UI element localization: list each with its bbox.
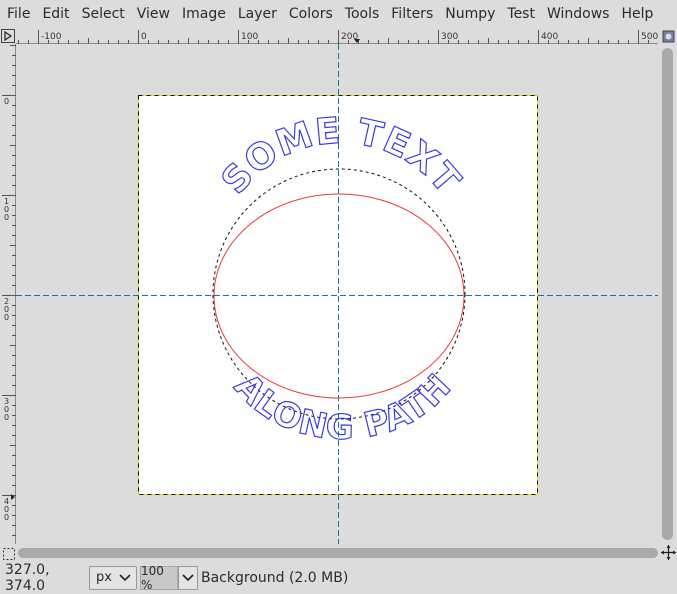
zoom-lock-button[interactable] — [660, 28, 677, 45]
hruler-label: 400 — [541, 32, 558, 42]
chevron-down-icon — [182, 573, 194, 581]
hruler-label: 100 — [241, 32, 258, 42]
hruler-label: 0 — [141, 32, 147, 42]
zoom-lock-icon — [662, 30, 675, 43]
quick-mask-icon — [3, 548, 15, 560]
menu-windows[interactable]: Windows — [541, 0, 616, 28]
menu-file[interactable]: File — [0, 0, 36, 28]
hruler-label: 300 — [441, 32, 458, 42]
status-bar: 327.0, 374.0 px 100 % Background (2.0 MB… — [0, 561, 677, 594]
image-canvas[interactable]: SOME TEXT ALONG PATH — [16, 44, 658, 544]
chevron-down-icon — [119, 573, 131, 581]
vruler-label: 0 — [4, 97, 9, 106]
unit-value: px — [96, 570, 112, 585]
canvas-menu-button[interactable] — [0, 28, 16, 44]
hruler-label: -100 — [41, 32, 62, 42]
triangle-right-icon — [1, 29, 15, 43]
pointer-coordinates: 327.0, 374.0 — [5, 561, 50, 594]
menu-view[interactable]: View — [131, 0, 176, 28]
vertical-scrollbar[interactable] — [660, 46, 675, 542]
zoom-dropdown-button[interactable] — [178, 565, 198, 590]
vertical-ruler[interactable]: 0 1 0 0 2 0 0 3 0 0 4 0 0 — [0, 44, 16, 544]
vertical-scrollbar-thumb[interactable] — [662, 48, 673, 540]
navigate-cross-icon — [661, 545, 676, 560]
navigate-button[interactable] — [660, 544, 677, 561]
zoom-level[interactable]: 100 % — [140, 563, 178, 592]
menu-numpy[interactable]: Numpy — [439, 0, 501, 28]
pointer-marker-icon — [11, 494, 15, 500]
menu-filters[interactable]: Filters — [385, 0, 439, 28]
horizontal-scrollbar[interactable] — [18, 546, 658, 560]
vruler-label: 0 — [4, 513, 9, 522]
horizontal-scrollbar-thumb[interactable] — [18, 548, 658, 558]
quick-mask-toggle[interactable] — [2, 546, 16, 560]
menubar: File Edit Select View Image Layer Colors… — [0, 0, 677, 28]
menu-select[interactable]: Select — [76, 0, 131, 28]
menu-edit[interactable]: Edit — [36, 0, 75, 28]
menu-tools[interactable]: Tools — [339, 0, 386, 28]
vruler-label: 0 — [4, 213, 9, 222]
menu-colors[interactable]: Colors — [283, 0, 339, 28]
menu-layer[interactable]: Layer — [232, 0, 283, 28]
vruler-label: 0 — [4, 313, 9, 322]
hruler-label: 500 — [641, 32, 658, 42]
layer-status: Background (2.0 MB) — [201, 569, 349, 586]
unit-select[interactable]: px — [89, 565, 137, 590]
vruler-label: 0 — [4, 413, 9, 422]
menu-image[interactable]: Image — [176, 0, 232, 28]
menu-help[interactable]: Help — [615, 0, 659, 28]
zoom-value: 100 % — [141, 563, 164, 592]
menu-test[interactable]: Test — [501, 0, 541, 28]
horizontal-ruler[interactable]: -100 0 100 200 300 400 500 — [16, 28, 658, 44]
